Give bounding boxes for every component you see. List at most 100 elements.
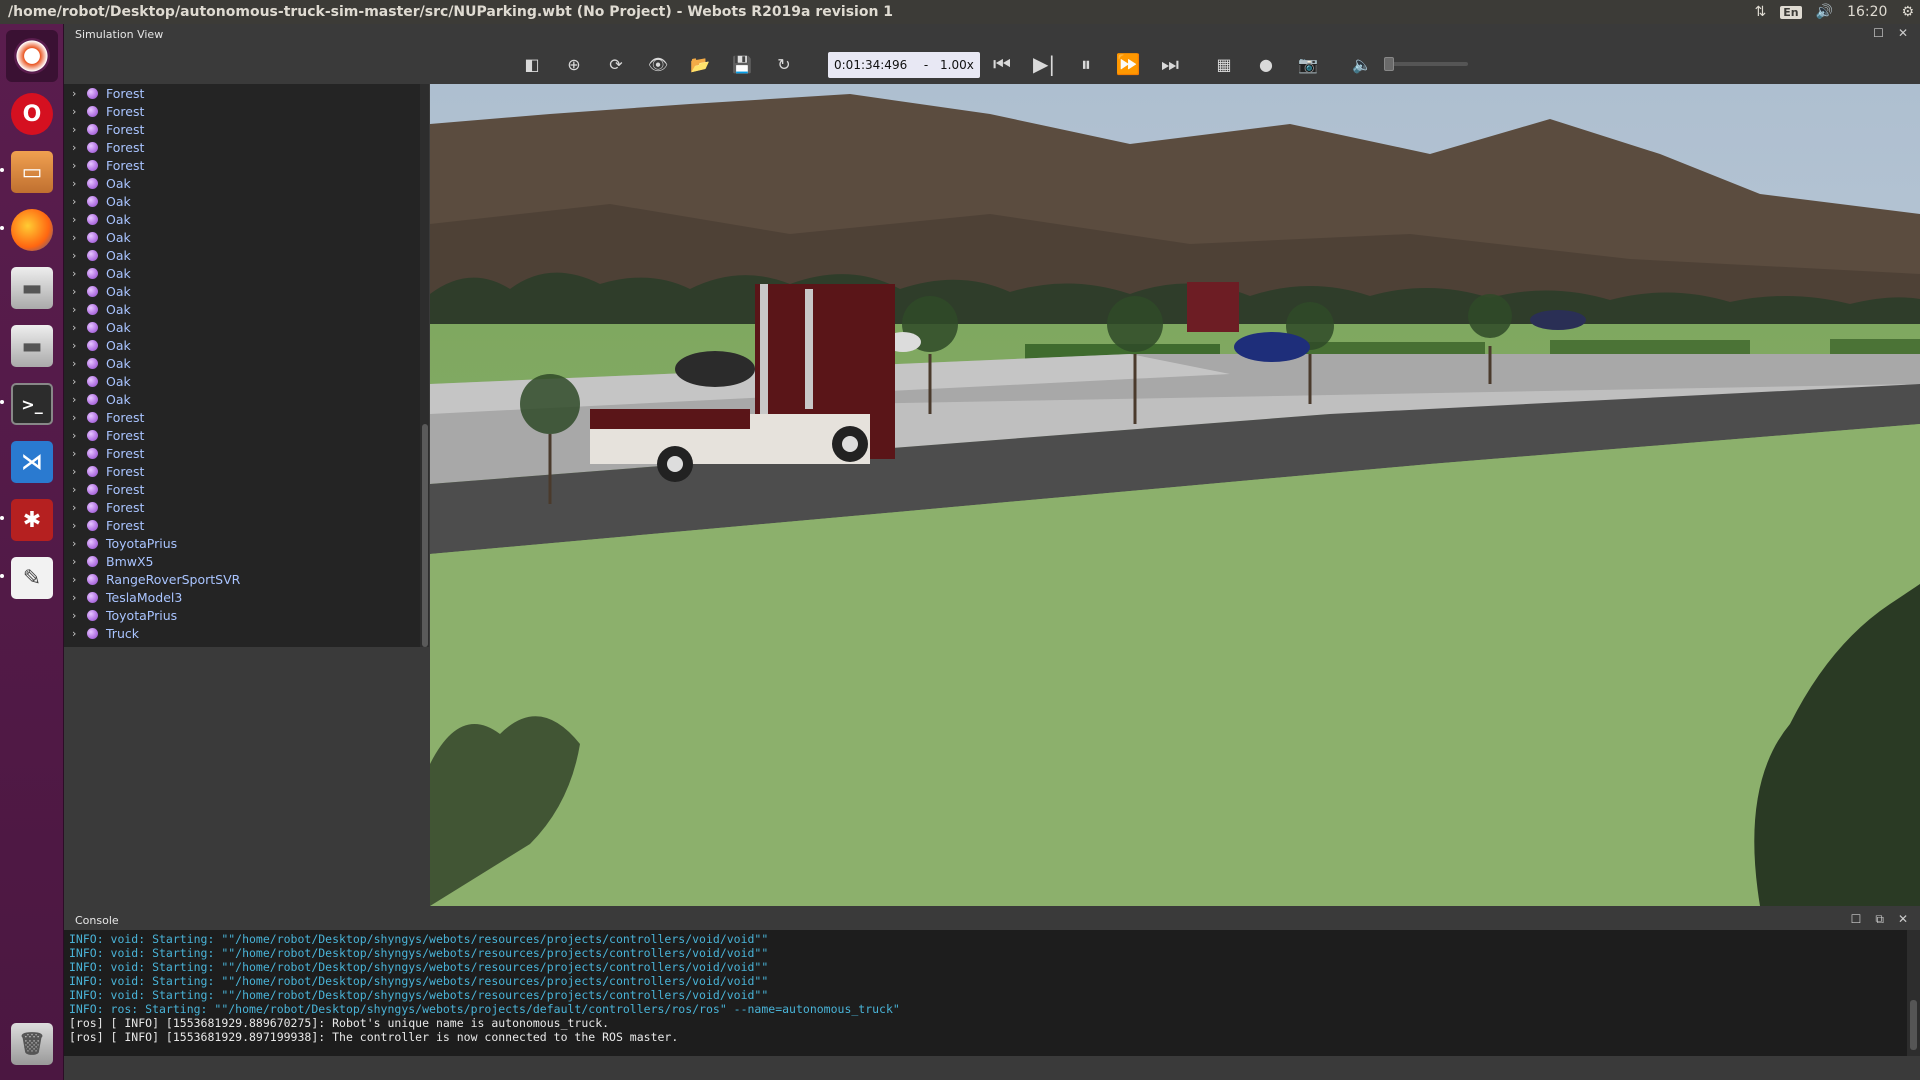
scene-tree-item[interactable]: › Forest (64, 408, 429, 426)
scene-tree-item[interactable]: › Oak (64, 228, 429, 246)
scene-tree-scrollbar[interactable] (420, 84, 429, 647)
scene-tree-item[interactable]: › Oak (64, 318, 429, 336)
screenshot-camera-icon[interactable]: 📷 (1296, 52, 1320, 76)
expand-arrow-icon[interactable]: › (72, 555, 76, 568)
mute-sound-icon[interactable]: 🔈 (1350, 52, 1374, 76)
expand-arrow-icon[interactable]: › (72, 627, 76, 640)
fast-icon[interactable]: ⏭ (1158, 52, 1182, 76)
scene-tree-item[interactable]: › Forest (64, 120, 429, 138)
settings-gear-icon[interactable]: ⚙ (1901, 4, 1914, 20)
expand-arrow-icon[interactable]: › (72, 483, 76, 496)
expand-arrow-icon[interactable]: › (72, 105, 76, 118)
expand-arrow-icon[interactable]: › (72, 339, 76, 352)
scene-tree-item[interactable]: › TeslaModel3 (64, 588, 429, 606)
expand-arrow-icon[interactable]: › (72, 159, 76, 172)
text-editor-launcher[interactable]: ✎ (6, 552, 58, 604)
expand-arrow-icon[interactable]: › (72, 411, 76, 424)
scene-tree-item[interactable]: › Oak (64, 282, 429, 300)
expand-arrow-icon[interactable]: › (72, 195, 76, 208)
expand-arrow-icon[interactable]: › (72, 429, 76, 442)
toggle-scene-tree-icon[interactable]: ◧ (520, 52, 544, 76)
volume-icon[interactable]: 🔊 (1816, 4, 1833, 20)
pause-icon[interactable]: ⏸ (1074, 52, 1098, 76)
expand-arrow-icon[interactable]: › (72, 375, 76, 388)
expand-arrow-icon[interactable]: › (72, 537, 76, 550)
scene-tree-item[interactable]: › Oak (64, 372, 429, 390)
network-icon[interactable]: ⇅ (1755, 4, 1767, 20)
scene-tree-item[interactable]: › Oak (64, 390, 429, 408)
run-icon[interactable]: ⏩ (1116, 52, 1141, 76)
files-launcher[interactable]: ▭ (6, 146, 58, 198)
expand-arrow-icon[interactable]: › (72, 267, 76, 280)
scene-tree-item[interactable]: › Forest (64, 444, 429, 462)
scene-tree-item[interactable]: › Oak (64, 246, 429, 264)
close-icon[interactable]: ✕ (1898, 912, 1908, 927)
expand-arrow-icon[interactable]: › (72, 87, 76, 100)
record-animation-icon[interactable]: ● (1254, 52, 1278, 76)
expand-arrow-icon[interactable]: › (72, 249, 76, 262)
scene-tree-item[interactable]: › Forest (64, 516, 429, 534)
expand-arrow-icon[interactable]: › (72, 465, 76, 478)
scene-tree-item[interactable]: › Oak (64, 300, 429, 318)
scene-tree-item[interactable]: › Forest (64, 156, 429, 174)
scene-tree-item[interactable]: › Oak (64, 192, 429, 210)
scene-tree-item[interactable]: › Forest (64, 102, 429, 120)
close-icon[interactable]: ✕ (1898, 26, 1908, 40)
expand-arrow-icon[interactable]: › (72, 285, 76, 298)
expand-arrow-icon[interactable]: › (72, 321, 76, 334)
expand-arrow-icon[interactable]: › (72, 393, 76, 406)
reload-world-icon[interactable]: ↻ (772, 52, 796, 76)
step-icon[interactable]: ▶| (1032, 52, 1056, 76)
scene-tree-item[interactable]: › Forest (64, 462, 429, 480)
expand-arrow-icon[interactable]: › (72, 447, 76, 460)
scrollbar-thumb[interactable] (1910, 1000, 1917, 1050)
scene-tree-item[interactable]: › Forest (64, 426, 429, 444)
scene-tree-item[interactable]: › Oak (64, 174, 429, 192)
volume-slider-knob[interactable] (1384, 57, 1394, 71)
expand-arrow-icon[interactable]: › (72, 519, 76, 532)
scene-tree-item[interactable]: › Truck (64, 624, 429, 642)
vscode-launcher[interactable]: ⋊ (6, 436, 58, 488)
expand-arrow-icon[interactable]: › (72, 573, 76, 586)
terminal-launcher[interactable]: >_ (6, 378, 58, 430)
trash-launcher[interactable]: 🗑 (6, 1018, 58, 1070)
expand-arrow-icon[interactable]: › (72, 609, 76, 622)
console-scrollbar[interactable] (1907, 930, 1920, 1056)
minimize-icon[interactable]: ☐ (1851, 912, 1862, 927)
scene-tree-item[interactable]: › BmwX5 (64, 552, 429, 570)
scene-tree-item[interactable]: › Forest (64, 480, 429, 498)
volume-slider[interactable] (1384, 57, 1468, 71)
scene-tree-item[interactable]: › ToyotaPrius (64, 534, 429, 552)
save-world-icon[interactable]: 💾 (730, 52, 754, 76)
add-node-icon[interactable]: ⊕ (562, 52, 586, 76)
scene-tree-item[interactable]: › Oak (64, 354, 429, 372)
ubuntu-dash-button[interactable] (6, 30, 58, 82)
disk-launcher-2[interactable]: ▬ (6, 320, 58, 372)
scrollbar-thumb[interactable] (422, 424, 428, 647)
expand-arrow-icon[interactable]: › (72, 141, 76, 154)
expand-arrow-icon[interactable]: › (72, 177, 76, 190)
scene-tree-item[interactable]: › RangeRoverSportSVR (64, 570, 429, 588)
scene-tree-item[interactable]: › Oak (64, 210, 429, 228)
scene-tree-item[interactable]: › Forest (64, 138, 429, 156)
keyboard-layout-indicator[interactable]: En (1780, 5, 1802, 19)
expand-arrow-icon[interactable]: › (72, 591, 76, 604)
float-icon[interactable]: ⧉ (1875, 912, 1884, 927)
expand-arrow-icon[interactable]: › (72, 303, 76, 316)
scene-tree-item[interactable]: › Oak (64, 264, 429, 282)
view-eye-icon[interactable]: 👁 (646, 52, 670, 76)
opera-launcher[interactable]: O (6, 88, 58, 140)
expand-arrow-icon[interactable]: › (72, 213, 76, 226)
console-output[interactable]: INFO: void: Starting: ""/home/robot/Desk… (64, 930, 1907, 1056)
scene-tree-item[interactable]: › Forest (64, 84, 429, 102)
expand-arrow-icon[interactable]: › (72, 357, 76, 370)
record-movie-icon[interactable]: ▦ (1212, 52, 1236, 76)
expand-arrow-icon[interactable]: › (72, 231, 76, 244)
3d-viewport[interactable] (430, 84, 1920, 906)
clock[interactable]: 16:20 (1847, 4, 1887, 20)
scene-tree-item[interactable]: › Oak (64, 336, 429, 354)
open-world-icon[interactable]: 📂 (688, 52, 712, 76)
reset-simulation-icon[interactable]: ⏮ (990, 52, 1014, 76)
maximize-icon[interactable]: ☐ (1873, 26, 1884, 40)
expand-arrow-icon[interactable]: › (72, 501, 76, 514)
